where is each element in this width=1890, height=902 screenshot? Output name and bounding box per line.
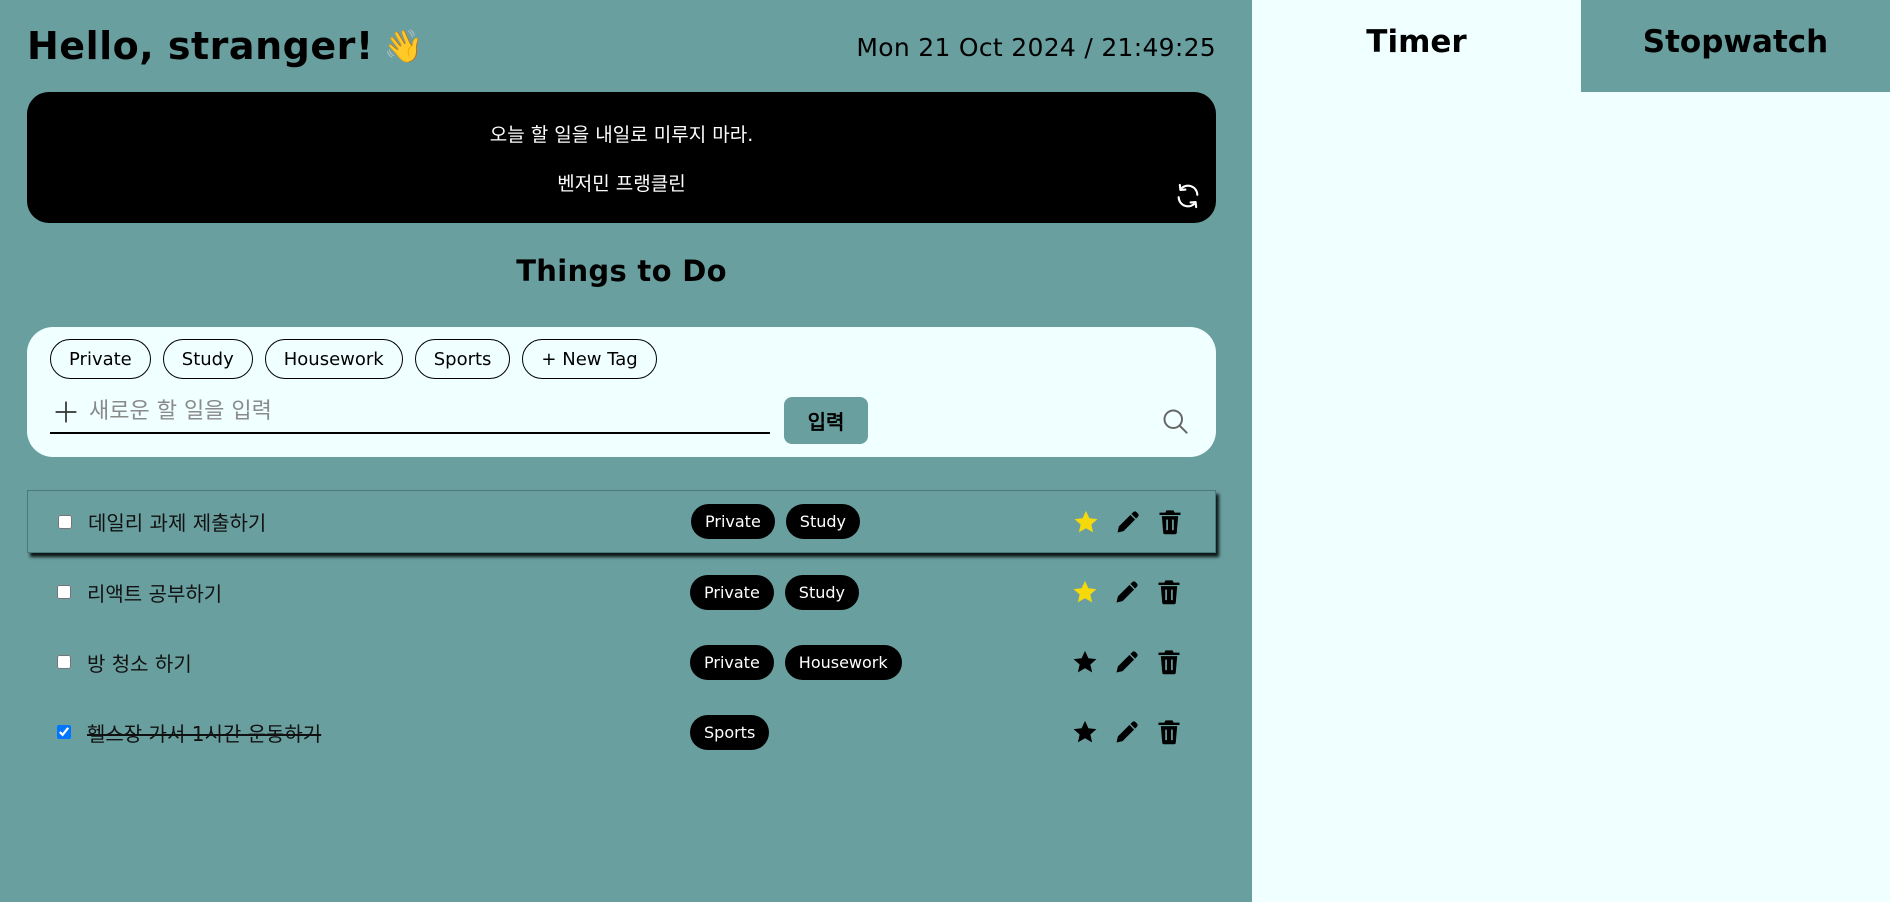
quote-author: 벤저민 프랭클린 xyxy=(557,173,686,195)
todo-text: 리액트 공부하기 xyxy=(87,581,223,606)
new-todo-card: Private Study Housework Sports + New Tag… xyxy=(27,327,1216,457)
section-title: Things to Do xyxy=(516,254,727,288)
edit-pencil-icon[interactable] xyxy=(1113,718,1141,746)
timer-panel: Timer Stopwatch xyxy=(1252,0,1890,902)
todo-checkbox[interactable] xyxy=(57,585,71,599)
new-todo-input[interactable] xyxy=(89,399,749,424)
quote-card: 오늘 할 일을 내일로 미루지 마라. 벤저민 프랭클린 xyxy=(27,92,1216,223)
trash-icon[interactable] xyxy=(1155,718,1183,746)
edit-pencil-icon[interactable] xyxy=(1114,508,1142,536)
waving-hand-emoji: 👋 xyxy=(383,27,425,65)
quote-text: 오늘 할 일을 내일로 미루지 마라. xyxy=(489,124,754,146)
star-icon[interactable] xyxy=(1072,508,1100,536)
timer-tab-bar: Timer Stopwatch xyxy=(1252,0,1890,92)
tag-study-button[interactable]: Study xyxy=(162,339,253,379)
todo-checkbox[interactable] xyxy=(57,725,71,739)
todo-checkbox[interactable] xyxy=(58,514,72,529)
tab-stopwatch[interactable]: Stopwatch xyxy=(1581,0,1890,92)
todo-actions xyxy=(1072,508,1184,536)
todo-text: 데일리 과제 제출하기 xyxy=(88,511,267,535)
star-icon[interactable] xyxy=(1071,648,1099,676)
todo-tags: Private Study xyxy=(691,504,860,539)
date-time-display: Mon 21 Oct 2024 / 21:49:25 xyxy=(856,33,1216,62)
tag-sports-button[interactable]: Sports xyxy=(414,339,511,379)
greeting-text: Hello, stranger! xyxy=(27,24,374,68)
todo-item[interactable]: 데일리 과제 제출하기 Private Study xyxy=(27,490,1216,553)
new-tag-button[interactable]: + New Tag xyxy=(522,339,657,379)
refresh-icon[interactable] xyxy=(1174,182,1202,210)
greeting-heading: Hello, stranger! 👋 xyxy=(27,24,424,68)
todo-tags: Private Housework xyxy=(690,644,902,680)
todo-actions xyxy=(1071,578,1183,606)
todo-item[interactable]: 방 청소 하기 Private Housework xyxy=(27,630,1216,694)
tag-private-button[interactable]: Private xyxy=(50,339,151,379)
trash-icon[interactable] xyxy=(1156,508,1184,536)
plus-icon xyxy=(55,400,77,423)
todo-list: 데일리 과제 제출하기 Private Study 리액트 공부하기 Priva… xyxy=(27,490,1216,770)
main-area: Hello, stranger! 👋 Mon 21 Oct 2024 / 21:… xyxy=(27,0,1216,902)
todo-tag: Private xyxy=(690,644,774,680)
edit-pencil-icon[interactable] xyxy=(1113,648,1141,676)
todo-tag: Private xyxy=(690,574,774,610)
tab-timer[interactable]: Timer xyxy=(1252,0,1581,92)
todo-actions xyxy=(1071,718,1183,746)
todo-tag: Study xyxy=(784,574,859,610)
star-icon[interactable] xyxy=(1071,578,1099,606)
todo-text: 방 청소 하기 xyxy=(87,651,192,676)
trash-icon[interactable] xyxy=(1155,578,1183,606)
todo-tag: Study xyxy=(785,504,860,539)
todo-input-wrapper xyxy=(50,391,770,434)
tag-filter-list: Private Study Housework Sports + New Tag xyxy=(50,339,657,379)
todo-actions xyxy=(1071,648,1183,676)
tag-housework-button[interactable]: Housework xyxy=(264,339,403,379)
todo-checkbox[interactable] xyxy=(57,655,71,669)
todo-tag: Housework xyxy=(784,644,902,680)
search-icon[interactable] xyxy=(1161,407,1189,435)
edit-pencil-icon[interactable] xyxy=(1113,578,1141,606)
todo-item[interactable]: 헬스장 가서 1시간 운동하기 Sports xyxy=(27,700,1216,764)
todo-tag: Private xyxy=(691,504,775,539)
star-icon[interactable] xyxy=(1071,718,1099,746)
todo-tag: Sports xyxy=(690,714,770,750)
trash-icon[interactable] xyxy=(1155,648,1183,676)
todo-item[interactable]: 리액트 공부하기 Private Study xyxy=(27,560,1216,624)
todo-tags: Private Study xyxy=(690,574,859,610)
todo-tags: Sports xyxy=(690,714,770,750)
submit-todo-button[interactable]: 입력 xyxy=(784,397,868,444)
todo-text: 헬스장 가서 1시간 운동하기 xyxy=(87,721,322,746)
